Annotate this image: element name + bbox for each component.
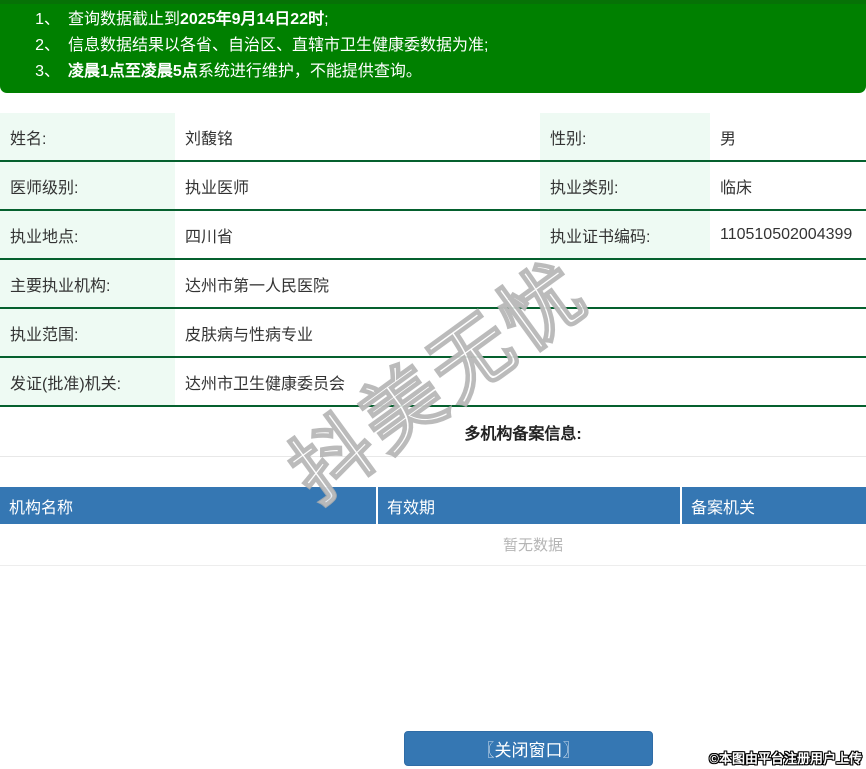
close-window-button[interactable]: 〖关闭窗口〗 [404, 731, 653, 766]
field-label-name: 姓名: [0, 113, 175, 160]
column-header-validity-period: 有效期 [378, 487, 682, 524]
notice-text-pre: 信息数据结果以各省、自治区、直辖市卫生健康委数据为准; [68, 37, 489, 54]
record-table-header: 机构名称 有效期 备案机关 [0, 487, 866, 524]
field-value-certificate-number: 110510502004399 [720, 225, 853, 243]
notice-text: 信息数据结果以各省、自治区、直辖市卫生健康委数据为准; [68, 33, 488, 59]
notice-line-3: 3、 凌晨1点至凌晨5点系统进行维护，不能提供查询。 [0, 59, 866, 85]
field-label-practice-category: 执业类别: [540, 162, 710, 209]
notice-text-post: 系统进行维护，不能提供查询。 [197, 63, 422, 80]
field-label-gender: 性别: [540, 113, 710, 160]
section-title-multi-institution: 多机构备案信息: [0, 407, 866, 457]
practitioner-profile-table: 姓名: 刘馥铭 性别: 男 医师级别: 执业医师 执业类别: 临床 执业地点: … [0, 113, 866, 407]
table-row: 姓名: 刘馥铭 性别: 男 [0, 113, 866, 162]
notice-text: 查询数据截止到2025年9月14日22时; [68, 7, 329, 33]
field-value-doctor-level: 执业医师 [185, 179, 250, 197]
field-label-main-institution: 主要执业机构: [0, 260, 175, 307]
field-label-issuing-authority: 发证(批准)机关: [0, 358, 175, 405]
notice-number: 1、 [35, 11, 60, 28]
table-row: 发证(批准)机关: 达州市卫生健康委员会 [0, 358, 866, 407]
notice-text-post: ; [324, 11, 329, 28]
field-label-certificate-number: 执业证书编码: [540, 211, 710, 258]
notice-line-2: 2、 信息数据结果以各省、自治区、直辖市卫生健康委数据为准; [0, 33, 866, 59]
table-row: 执业范围: 皮肤病与性病专业 [0, 309, 866, 358]
notice-text: 凌晨1点至凌晨5点系统进行维护，不能提供查询。 [68, 59, 422, 85]
field-label-doctor-level: 医师级别: [0, 162, 175, 209]
field-value-gender: 男 [720, 130, 737, 148]
table-row: 医师级别: 执业医师 执业类别: 临床 [0, 162, 866, 211]
field-value-practice-location: 四川省 [185, 228, 234, 246]
table-row: 主要执业机构: 达州市第一人民医院 [0, 260, 866, 309]
notice-line-1: 1、 查询数据截止到2025年9月14日22时; [0, 7, 866, 33]
field-label-practice-location: 执业地点: [0, 211, 175, 258]
notice-number: 2、 [35, 37, 60, 54]
table-row: 执业地点: 四川省 执业证书编码: 110510502004399 [0, 211, 866, 260]
column-header-filing-authority: 备案机关 [691, 499, 756, 517]
notice-text-pre: 查询数据截止到 [68, 11, 181, 28]
field-value-name: 刘馥铭 [185, 130, 234, 148]
column-header-institution-name: 机构名称 [0, 487, 378, 524]
field-value-practice-category: 临床 [720, 179, 753, 197]
notice-number: 3、 [35, 63, 60, 80]
record-table: 机构名称 有效期 备案机关 暂无数据 [0, 487, 866, 566]
notice-text-bold: 凌晨1点至凌晨5点 [68, 63, 198, 80]
upload-credit-text: ©本图由平台注册用户上传 [709, 751, 862, 766]
field-value-main-institution: 达州市第一人民医院 [185, 277, 330, 295]
notice-panel: 1、 查询数据截止到2025年9月14日22时; 2、 信息数据结果以各省、自治… [0, 0, 866, 93]
field-label-practice-scope: 执业范围: [0, 309, 175, 356]
field-value-issuing-authority: 达州市卫生健康委员会 [185, 375, 346, 393]
empty-data-placeholder: 暂无数据 [0, 524, 866, 566]
field-value-practice-scope: 皮肤病与性病专业 [185, 326, 314, 344]
notice-text-bold: 2025年9月14日22时 [180, 11, 325, 28]
